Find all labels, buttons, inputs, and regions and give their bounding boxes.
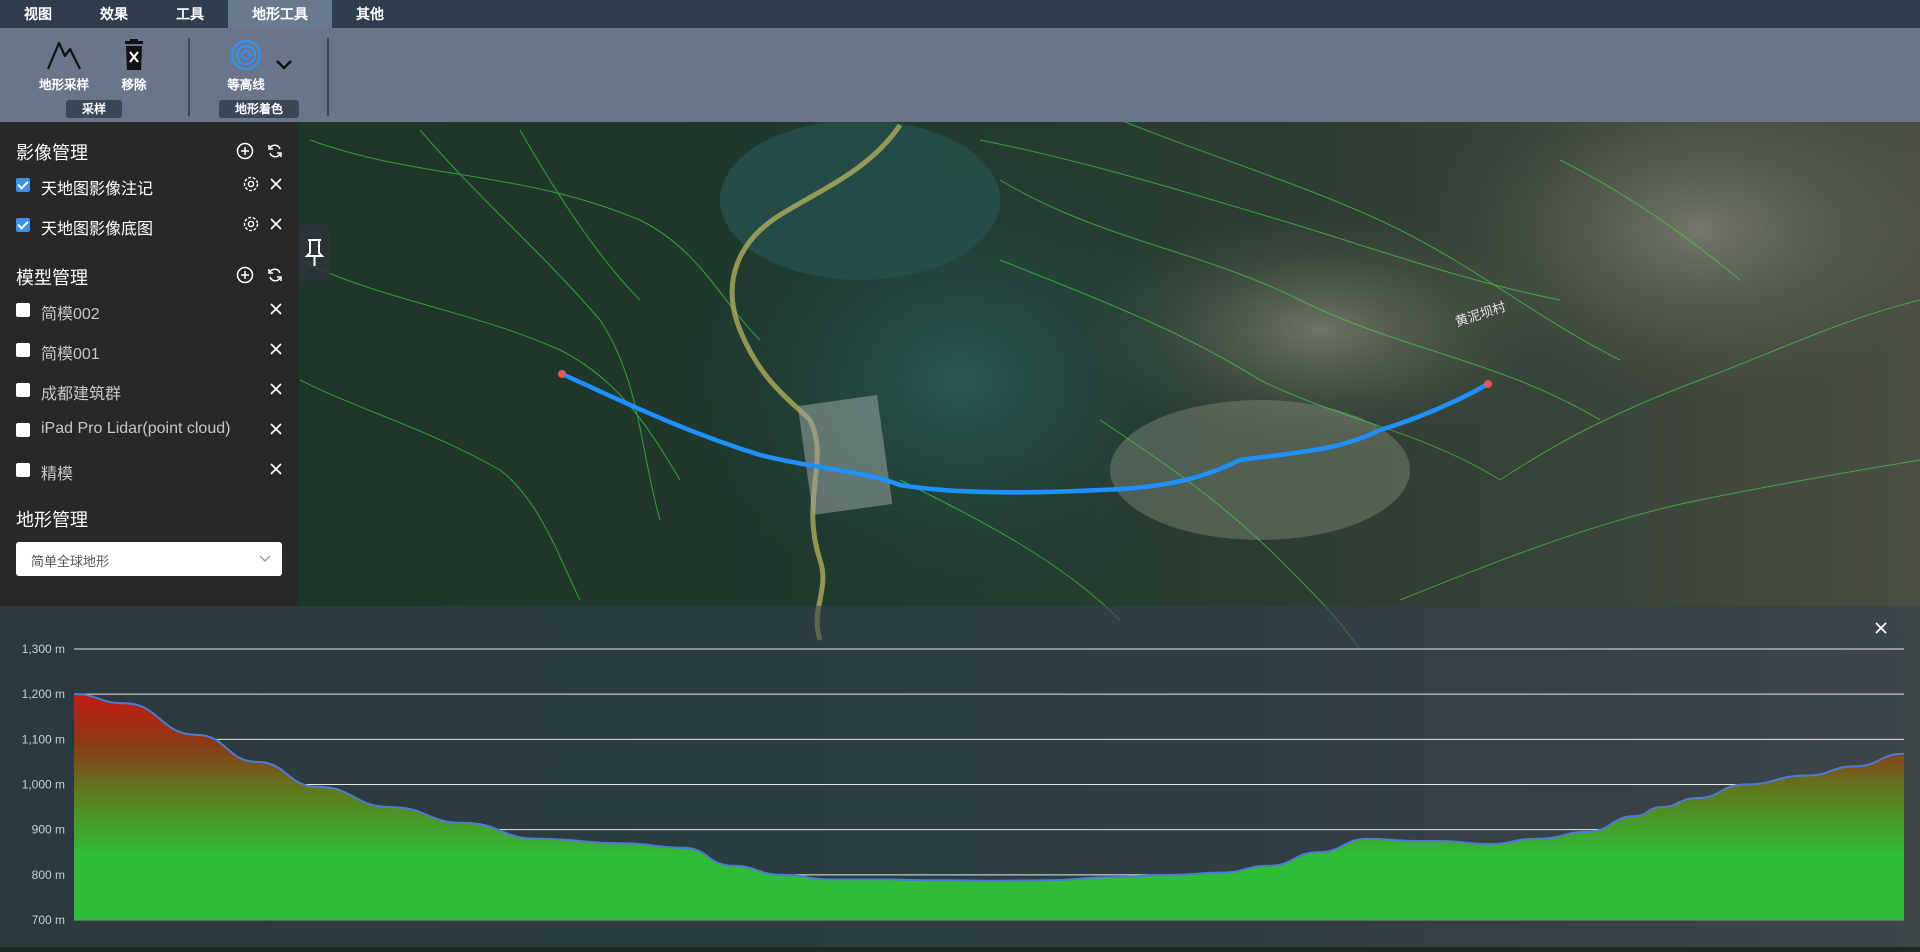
contour-label: 等高线 bbox=[227, 78, 265, 92]
imagery-layer-row: 天地图影像底图 bbox=[0, 213, 299, 239]
layer-checkbox[interactable] bbox=[16, 343, 30, 357]
close-icon[interactable] bbox=[266, 174, 286, 194]
terrain-sample-label: 地形采样 bbox=[38, 78, 89, 92]
route-end-marker[interactable] bbox=[1484, 380, 1492, 388]
layer-label: 精模 bbox=[41, 466, 74, 483]
models-section-title: 模型管理 bbox=[16, 268, 88, 288]
y-tick-label: 700 m bbox=[32, 913, 65, 927]
close-icon[interactable] bbox=[266, 419, 286, 439]
y-tick-label: 1,000 m bbox=[22, 778, 65, 792]
y-tick-label: 1,200 m bbox=[22, 687, 65, 701]
ribbon-toolbar: 地形采样 移除 采样 等高线 地形着色 bbox=[0, 28, 1920, 122]
elevation-area bbox=[74, 694, 1904, 920]
layer-checkbox[interactable] bbox=[16, 423, 30, 437]
refresh-icon[interactable] bbox=[266, 142, 284, 160]
layer-label: iPad Pro Lidar(point cloud) bbox=[41, 420, 231, 437]
close-icon[interactable] bbox=[266, 379, 286, 399]
imagery-section-title: 影像管理 bbox=[16, 143, 88, 163]
dam-building bbox=[797, 394, 893, 516]
close-icon[interactable] bbox=[266, 339, 286, 359]
river-upper bbox=[720, 120, 1000, 280]
tab-tools[interactable]: 工具 bbox=[152, 0, 228, 28]
layer-checkbox[interactable] bbox=[16, 303, 30, 317]
chevron-down-icon[interactable] bbox=[274, 58, 294, 72]
chevron-down-icon bbox=[259, 555, 271, 562]
contour-rings-icon bbox=[230, 39, 262, 71]
close-icon[interactable] bbox=[266, 459, 286, 479]
profile-y-axis: 1,300 m 1,200 m 1,100 m 1,000 m 900 m 800 m 70… bbox=[22, 642, 65, 927]
layer-label: 成都建筑群 bbox=[41, 386, 122, 403]
close-icon[interactable] bbox=[1870, 617, 1892, 639]
layer-label: 简模002 bbox=[41, 306, 100, 323]
terrain-sample-button[interactable]: 地形采样 bbox=[32, 38, 96, 93]
elevation-profile-panel: 1,300 m 1,200 m 1,100 m 1,000 m 900 m 800 m 70… bbox=[0, 606, 1920, 947]
model-layer-row: iPad Pro Lidar(point cloud) bbox=[0, 418, 299, 444]
trash-icon bbox=[125, 39, 143, 70]
layer-label: 简模001 bbox=[41, 346, 100, 363]
remove-label: 移除 bbox=[121, 78, 147, 92]
pin-icon bbox=[304, 239, 325, 266]
y-tick-label: 800 m bbox=[32, 868, 65, 882]
plus-circle-icon[interactable] bbox=[236, 142, 254, 160]
terrain-select-value: 简单全球地形 bbox=[31, 554, 110, 569]
layer-label: 天地图影像注记 bbox=[41, 181, 154, 198]
model-layer-row: 简模001 bbox=[0, 338, 299, 364]
tab-terrain-tools[interactable]: 地形工具 bbox=[228, 0, 332, 28]
route-start-marker[interactable] bbox=[558, 370, 566, 378]
imagery-layer-row: 天地图影像注记 bbox=[0, 173, 299, 199]
layer-checkbox[interactable] bbox=[16, 178, 30, 192]
tab-other[interactable]: 其他 bbox=[332, 0, 408, 28]
tab-view[interactable]: 视图 bbox=[0, 0, 76, 28]
model-layer-row: 简模002 bbox=[0, 298, 299, 324]
layer-label: 天地图影像底图 bbox=[41, 221, 154, 238]
layer-panel: 影像管理 天地图影像注记 天地图影像底图 模型管理 简模002 简模001 成都… bbox=[0, 122, 299, 606]
plus-circle-icon[interactable] bbox=[236, 266, 254, 284]
ribbon-separator bbox=[327, 38, 329, 116]
layer-checkbox[interactable] bbox=[16, 383, 30, 397]
y-tick-label: 1,100 m bbox=[22, 732, 65, 746]
close-icon[interactable] bbox=[266, 214, 286, 234]
gear-icon[interactable] bbox=[241, 174, 261, 194]
terrain-section-title: 地形管理 bbox=[16, 510, 88, 530]
mountain-icon bbox=[46, 41, 81, 70]
y-tick-label: 900 m bbox=[32, 823, 65, 837]
contour-button[interactable]: 等高线 bbox=[214, 38, 278, 93]
gear-icon[interactable] bbox=[241, 214, 261, 234]
layer-checkbox[interactable] bbox=[16, 463, 30, 477]
refresh-icon[interactable] bbox=[266, 266, 284, 284]
close-icon[interactable] bbox=[266, 299, 286, 319]
group-label-coloring: 地形着色 bbox=[219, 100, 299, 118]
terrain-select[interactable]: 简单全球地形 bbox=[16, 542, 282, 576]
tab-effects[interactable]: 效果 bbox=[76, 0, 152, 28]
model-layer-row: 成都建筑群 bbox=[0, 378, 299, 404]
pin-panel-button[interactable] bbox=[299, 225, 330, 281]
ribbon-separator bbox=[188, 38, 190, 116]
elevation-profile-chart: 1,300 m 1,200 m 1,100 m 1,000 m 900 m 800 m 70… bbox=[22, 642, 1905, 927]
menu-bar: 视图 效果 工具 地形工具 其他 bbox=[0, 0, 1920, 28]
model-layer-row: 精模 bbox=[0, 458, 299, 484]
layer-checkbox[interactable] bbox=[16, 218, 30, 232]
y-tick-label: 1,300 m bbox=[22, 642, 65, 656]
remove-button[interactable]: 移除 bbox=[102, 38, 166, 93]
group-label-sample: 采样 bbox=[66, 100, 122, 118]
